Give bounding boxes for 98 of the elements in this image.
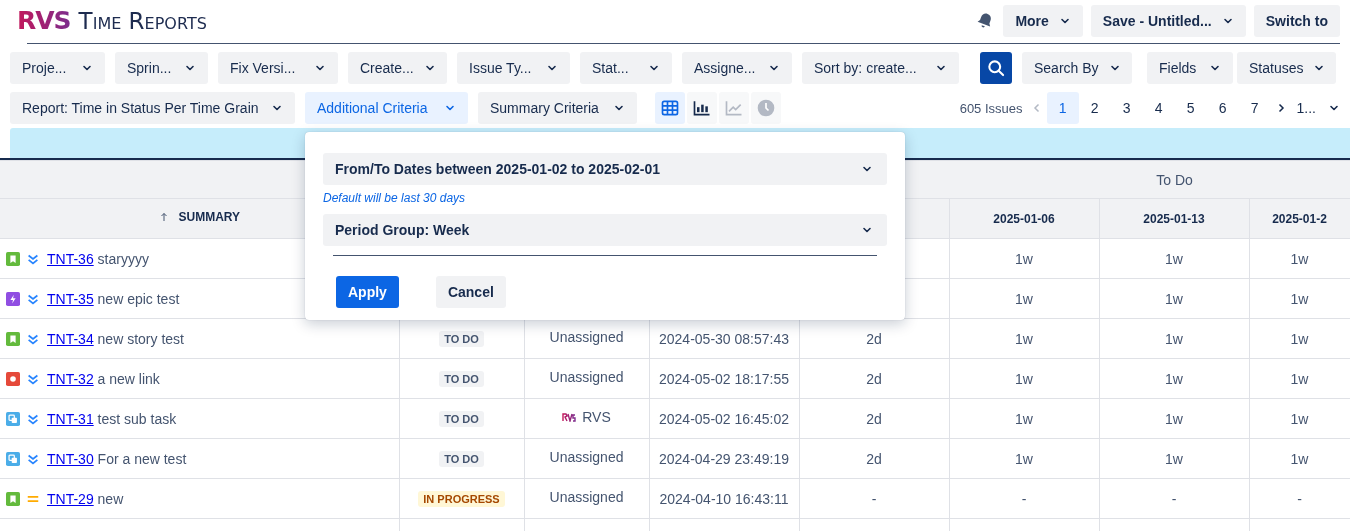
- grid-view-icon: [660, 98, 680, 118]
- filter-dropdown[interactable]: Assigne...: [682, 52, 792, 84]
- table-cell: -: [1099, 478, 1249, 519]
- bug-icon: [6, 371, 20, 386]
- period-dropdown[interactable]: Period Group: Week: [323, 214, 887, 246]
- filter-dropdown[interactable]: Create...: [348, 52, 447, 84]
- story-icon: [6, 491, 20, 506]
- button[interactable]: Switch to: [1253, 5, 1340, 37]
- table-cell: -: [949, 478, 1099, 519]
- page-button[interactable]: 7: [1238, 92, 1271, 124]
- hint-text: Default will be last 30 days: [323, 190, 467, 206]
- assignee-name: Unassigned: [549, 488, 624, 505]
- assignee-name: Unassigned: [549, 368, 624, 385]
- criteria-dropdown[interactable]: Report: Time in Status Per Time Grain: [10, 92, 295, 124]
- column-header: 2025-01-13: [1099, 198, 1249, 239]
- page-button[interactable]: 1: [1046, 92, 1079, 124]
- filter-dropdown[interactable]: Fix Versi...: [218, 52, 338, 84]
- bar-chart-icon: [692, 98, 712, 118]
- page-select[interactable]: 1...: [1296, 100, 1316, 116]
- table-cell: 2024-04-10 16:43:11: [649, 478, 799, 519]
- column-header: 2025-01-06: [949, 198, 1099, 239]
- issue-link[interactable]: TNT-34: [47, 330, 94, 347]
- issue-summary: TNT-36 staryyyy: [46, 250, 149, 267]
- date-range-dropdown[interactable]: From/To Dates between 2025-01-02 to 2025-02-01: [323, 153, 887, 185]
- table-cell: 2024-05-02 18:17:55: [649, 358, 799, 399]
- status-lozenge: TO DO: [439, 331, 484, 347]
- story-icon: [6, 331, 20, 346]
- table-cell: 1w: [949, 358, 1099, 399]
- assignee-name: Unassigned: [549, 328, 624, 345]
- table-cell: 1w: [949, 278, 1099, 319]
- filter-dropdown[interactable]: Proje...: [10, 52, 105, 84]
- criteria-dropdown[interactable]: Additional Criteria: [305, 92, 468, 124]
- avatar-icon: [562, 411, 577, 422]
- table-cell: 1w: [949, 438, 1099, 479]
- line-chart-icon: [724, 98, 744, 118]
- issue-summary: TNT-32 a new link: [46, 370, 160, 387]
- issue-summary: TNT-29 new: [46, 490, 124, 507]
- column-header[interactable]: SUMMARY: [158, 210, 241, 224]
- page-button[interactable]: 2: [1078, 92, 1111, 124]
- filter-dropdown[interactable]: Sort by: create...: [802, 52, 959, 84]
- issue-summary: TNT-30 For a new test: [46, 450, 187, 467]
- clock-icon: [756, 98, 776, 118]
- criteria-dropdown[interactable]: Summary Criteria: [478, 92, 637, 124]
- page-button[interactable]: 4: [1142, 92, 1175, 124]
- table-cell: -: [799, 478, 949, 519]
- table-cell: 2d: [799, 438, 949, 479]
- dropdown-button[interactable]: Statuses: [1237, 52, 1336, 84]
- table-cell: 2024-05-02 16:45:02: [649, 398, 799, 439]
- table-cell: 2d: [799, 398, 949, 439]
- issue-link[interactable]: TNT-36: [47, 250, 94, 267]
- issue-link[interactable]: TNT-32: [47, 370, 94, 387]
- status-lozenge: TO DO: [439, 411, 484, 427]
- status-lozenge: TO DO: [439, 371, 484, 387]
- table-cell: 1w: [949, 318, 1099, 359]
- page-button[interactable]: 5: [1174, 92, 1207, 124]
- table-cell: 1w: [949, 238, 1099, 279]
- table-cell: 1w: [1099, 358, 1249, 399]
- issue-link[interactable]: TNT-30: [47, 450, 94, 467]
- story-icon: [6, 251, 20, 266]
- table-cell: 1w: [1099, 278, 1249, 319]
- table-cell: 1w: [1099, 438, 1249, 479]
- dropdown-button[interactable]: Search By: [1022, 52, 1132, 84]
- search-button[interactable]: [980, 52, 1012, 84]
- column-header: 2025-01-2: [1249, 198, 1350, 239]
- dropdown-button[interactable]: Save - Untitled...: [1090, 5, 1246, 37]
- table-cell: 1w: [1099, 398, 1249, 439]
- issue-summary: TNT-34 new story test: [46, 330, 184, 347]
- table-cell: 2d: [799, 358, 949, 399]
- issue-summary: TNT-31 test sub task: [46, 410, 177, 427]
- status-lozenge: IN PROGRESS: [418, 491, 505, 507]
- issue-link[interactable]: TNT-29: [47, 490, 94, 507]
- assignee-name: RVS: [582, 408, 611, 425]
- filter-dropdown[interactable]: Issue Ty...: [457, 52, 570, 84]
- dropdown-button[interactable]: More: [1003, 5, 1083, 37]
- app-title: Time Reports: [78, 8, 207, 34]
- subtask-icon: [6, 411, 20, 426]
- lightning-icon: [6, 291, 20, 306]
- issue-link[interactable]: TNT-31: [47, 410, 94, 427]
- status-lozenge: TO DO: [439, 451, 484, 467]
- table-cell: 1w: [1099, 318, 1249, 359]
- table-cell: 1w: [949, 398, 1099, 439]
- view-toggle[interactable]: [687, 92, 717, 124]
- assignee-name: Unassigned: [549, 448, 624, 465]
- filter-dropdown[interactable]: Sprin...: [115, 52, 208, 84]
- page-button[interactable]: 3: [1110, 92, 1143, 124]
- issue-link[interactable]: TNT-35: [47, 290, 94, 307]
- table-cell: 1w: [1099, 238, 1249, 279]
- filter-dropdown[interactable]: Stat...: [580, 52, 672, 84]
- subtask-icon: [6, 451, 20, 466]
- view-toggle[interactable]: [655, 92, 685, 124]
- table-cell: 2024-04-29 23:49:19: [649, 438, 799, 479]
- cancel-button[interactable]: Cancel: [435, 276, 506, 308]
- apply-button[interactable]: Apply: [336, 276, 399, 308]
- issue-count: 605 Issues: [959, 100, 1023, 116]
- page-button[interactable]: 6: [1206, 92, 1239, 124]
- dropdown-button[interactable]: Fields: [1147, 52, 1233, 84]
- issue-summary: TNT-35 new epic test: [46, 290, 180, 307]
- search-icon: [986, 58, 1006, 78]
